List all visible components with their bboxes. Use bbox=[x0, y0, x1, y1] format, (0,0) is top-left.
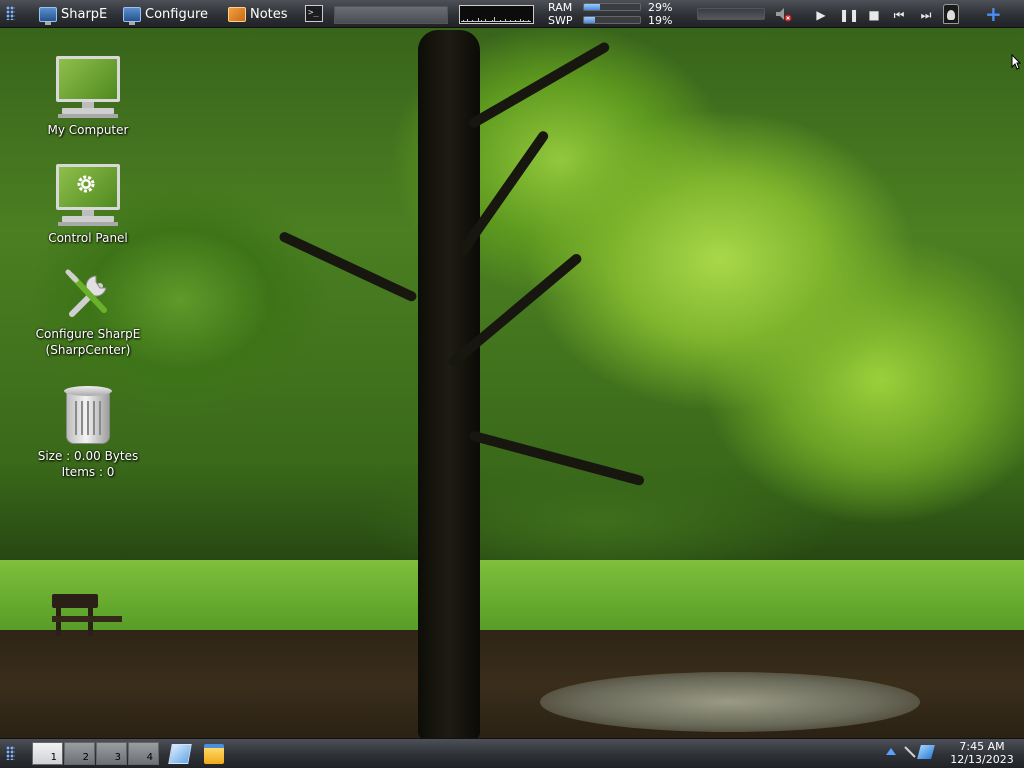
ram-percent: 29% bbox=[648, 1, 673, 14]
workspace-number: 3 bbox=[114, 752, 121, 763]
computer-icon bbox=[56, 56, 120, 118]
play-icon[interactable]: ▶ bbox=[812, 6, 830, 24]
network-icon[interactable] bbox=[917, 745, 935, 759]
swap-bar bbox=[583, 16, 641, 24]
tray-expand-icon[interactable] bbox=[886, 748, 896, 755]
menu-grip-icon[interactable] bbox=[6, 746, 15, 760]
previous-icon[interactable]: ⏮ bbox=[890, 6, 908, 24]
run-command-input[interactable] bbox=[334, 6, 448, 24]
cpu-graph-bar bbox=[530, 21, 531, 22]
ram-bar bbox=[583, 3, 641, 11]
workspace-1[interactable]: 1 bbox=[32, 742, 63, 765]
ram-bar-fill bbox=[584, 4, 601, 10]
plus-icon[interactable]: + bbox=[985, 4, 1002, 24]
cpu-graph bbox=[459, 5, 534, 24]
launcher-label: Configure bbox=[145, 6, 209, 22]
clock-date: 12/13/2023 bbox=[950, 753, 1014, 766]
clock[interactable]: 7:45 AM 12/13/2023 bbox=[940, 740, 1024, 766]
trash-icon bbox=[63, 386, 113, 444]
terminal-icon[interactable]: >_ bbox=[305, 5, 323, 22]
ram-label: RAM bbox=[548, 1, 573, 14]
wallpaper-tree-trunk bbox=[418, 30, 480, 740]
volume-slider[interactable] bbox=[697, 8, 765, 20]
desktop-wallpaper bbox=[0, 0, 1024, 768]
menu-grip-icon[interactable] bbox=[6, 6, 15, 20]
top-panel: SharpE Configure Notes >_ RAM 29% SWP 19… bbox=[0, 0, 1024, 28]
desktop-icon-trash[interactable]: Size : 0.00 Bytes Items : 0 bbox=[28, 386, 148, 480]
wallpaper-stream bbox=[540, 672, 920, 732]
next-icon[interactable]: ⏭ bbox=[917, 6, 935, 24]
launcher-sharpe[interactable]: SharpE bbox=[39, 4, 108, 25]
wallpaper-branch bbox=[277, 230, 419, 303]
mouse-cursor-icon bbox=[1011, 54, 1021, 70]
workspace-2[interactable]: 2 bbox=[64, 742, 95, 765]
launcher-label: SharpE bbox=[61, 6, 108, 22]
computer-icon bbox=[39, 6, 57, 25]
workspace-number: 4 bbox=[146, 752, 153, 763]
trash-info: Size : 0.00 Bytes Items : 0 bbox=[37, 449, 139, 479]
computer-icon bbox=[123, 6, 141, 25]
desktop-icon-label: My Computer bbox=[47, 123, 129, 137]
pause-icon[interactable]: ❚❚ bbox=[839, 6, 859, 24]
desktop-icon-configure-sharpe[interactable]: Configure SharpE (SharpCenter) bbox=[28, 266, 148, 358]
clock-time: 7:45 AM bbox=[959, 740, 1005, 753]
notes-app-icon[interactable] bbox=[168, 744, 192, 764]
tux-icon[interactable] bbox=[943, 4, 959, 24]
stop-icon[interactable]: ■ bbox=[865, 6, 883, 24]
tray-tool-icon[interactable] bbox=[903, 745, 917, 759]
bottom-panel: 1 2 3 4 7:45 AM 12/13/2023 bbox=[0, 738, 1024, 768]
tools-icon bbox=[60, 266, 116, 322]
control-panel-icon bbox=[56, 164, 120, 226]
desktop-icon-label: Control Panel bbox=[48, 231, 128, 245]
workspace-3[interactable]: 3 bbox=[96, 742, 127, 765]
wallpaper-bench bbox=[52, 594, 122, 636]
notes-icon bbox=[228, 6, 246, 22]
swap-percent: 19% bbox=[648, 14, 673, 27]
wallpaper-branch bbox=[468, 430, 646, 487]
folder-icon[interactable] bbox=[204, 744, 224, 764]
desktop-icon-label: Configure SharpE (SharpCenter) bbox=[35, 327, 141, 357]
speaker-muted-icon[interactable] bbox=[774, 7, 792, 22]
wallpaper-branch bbox=[467, 40, 612, 130]
workspace-number: 1 bbox=[50, 752, 57, 763]
workspace-number: 2 bbox=[82, 752, 89, 763]
launcher-configure[interactable]: Configure bbox=[123, 4, 209, 25]
desktop-icon-my-computer[interactable]: My Computer bbox=[28, 56, 148, 138]
swap-bar-fill bbox=[584, 17, 595, 23]
launcher-notes[interactable]: Notes bbox=[228, 4, 288, 24]
workspace-4[interactable]: 4 bbox=[128, 742, 159, 765]
desktop-icon-control-panel[interactable]: Control Panel bbox=[28, 164, 148, 246]
swap-label: SWP bbox=[548, 14, 573, 27]
launcher-label: Notes bbox=[250, 6, 288, 22]
